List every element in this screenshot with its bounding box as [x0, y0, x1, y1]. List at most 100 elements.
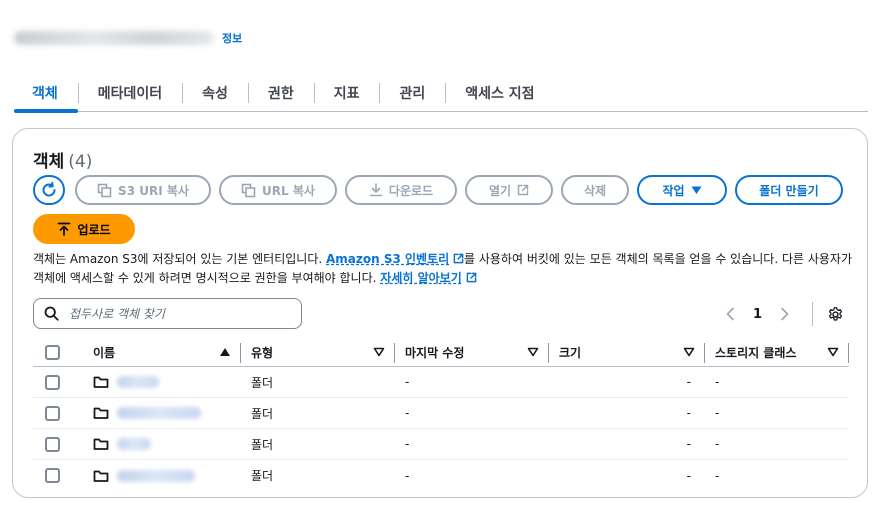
learn-more-text: 자세히 알아보기	[380, 271, 462, 285]
external-link-icon	[453, 253, 464, 264]
column-name-label: 이름	[93, 346, 116, 360]
column-header-storage-class[interactable]: 스토리지 클래스	[705, 339, 849, 366]
column-last-modified-label: 마지막 수정	[405, 346, 465, 360]
row-checkbox[interactable]	[45, 405, 60, 421]
folder-icon	[93, 438, 109, 450]
row-checkbox[interactable]	[45, 468, 60, 483]
refresh-icon	[42, 181, 56, 197]
folder-icon	[93, 407, 109, 419]
sort-caret-down-icon	[373, 347, 385, 357]
tab-permissions[interactable]: 권한	[247, 74, 314, 111]
open-label: 열기	[488, 183, 512, 198]
size-cell: -	[686, 437, 691, 451]
chevron-right-icon[interactable]	[780, 307, 790, 321]
chevron-left-icon[interactable]	[725, 307, 735, 321]
objects-description: 객체는 Amazon S3에 저장되어 있는 기본 엔터티입니다. Amazon…	[33, 250, 853, 288]
folder-name-redacted[interactable]	[117, 469, 195, 482]
download-button[interactable]: 다운로드	[345, 175, 457, 205]
tab-properties[interactable]: 속성	[182, 74, 248, 111]
table-row[interactable]: 폴더 - - -	[33, 398, 849, 429]
sort-caret-down-icon	[683, 347, 695, 357]
sort-caret-down-icon	[827, 347, 839, 357]
row-select	[33, 367, 81, 397]
search-box[interactable]	[33, 298, 302, 329]
storage-class-cell: -	[715, 468, 720, 483]
select-all-checkbox[interactable]	[45, 345, 60, 360]
header-select-all	[33, 339, 81, 366]
table-row[interactable]: 폴더 - - -	[33, 460, 849, 491]
column-type-label: 유형	[251, 346, 274, 360]
column-header-name[interactable]: 이름	[81, 339, 241, 366]
last-modified-cell: -	[405, 468, 410, 483]
open-button[interactable]: 열기	[465, 175, 553, 205]
row-select	[33, 429, 81, 459]
delete-label: 삭제	[583, 183, 607, 198]
folder-icon	[93, 376, 109, 388]
tab-objects[interactable]: 객체	[14, 74, 78, 113]
download-icon	[369, 183, 383, 197]
last-modified-cell: -	[405, 406, 410, 420]
gear-icon[interactable]	[827, 306, 844, 323]
external-link-icon	[517, 184, 529, 196]
pagination: 1	[725, 299, 844, 329]
folder-icon	[93, 470, 109, 482]
storage-class-cell: -	[715, 406, 720, 420]
upload-button[interactable]: 업로드	[33, 214, 135, 244]
copy-s3-uri-button[interactable]: S3 URI 복사	[75, 175, 211, 205]
pagination-divider	[812, 302, 814, 326]
column-size-label: 크기	[559, 346, 582, 360]
last-modified-cell: -	[405, 437, 410, 451]
upload-label: 업로드	[77, 222, 111, 237]
refresh-button[interactable]	[33, 175, 65, 205]
copy-url-label: URL 복사	[262, 183, 315, 198]
column-divider	[848, 343, 849, 363]
row-checkbox[interactable]	[45, 436, 60, 452]
table-header: 이름 유형 마지막 수정 크기 스토리지 클래스	[33, 339, 849, 367]
page-number[interactable]: 1	[753, 307, 762, 322]
search-icon	[44, 306, 59, 321]
table-row[interactable]: 폴더 - - -	[33, 367, 849, 398]
caret-down-icon	[691, 186, 702, 194]
objects-count: (4)	[68, 152, 93, 172]
column-header-last-modified[interactable]: 마지막 수정	[395, 339, 549, 366]
objects-title-text: 객체	[33, 152, 65, 172]
tab-metrics[interactable]: 지표	[313, 74, 380, 111]
table-row[interactable]: 폴더 - - -	[33, 429, 849, 460]
name-cell[interactable]	[81, 460, 241, 491]
sort-caret-down-icon	[527, 347, 539, 357]
inventory-link-text: Amazon S3 인벤토리	[326, 252, 450, 266]
size-cell: -	[686, 468, 691, 483]
copy-icon	[97, 183, 112, 197]
objects-table: 이름 유형 마지막 수정 크기 스토리지 클래스 폴더 - - - 폴더 - -…	[33, 339, 849, 491]
row-checkbox[interactable]	[45, 374, 60, 390]
folder-name-redacted[interactable]	[117, 407, 201, 419]
storage-class-cell: -	[715, 375, 720, 389]
column-header-size[interactable]: 크기	[549, 339, 705, 366]
type-cell: 폴더	[251, 375, 274, 390]
size-cell: -	[686, 375, 691, 389]
objects-panel: 객체 (4) S3 URI 복사 URL 복사 다운로드 열기 삭제 작업 폴더 …	[12, 128, 868, 498]
bucket-name-redacted	[14, 31, 214, 45]
copy-url-button[interactable]: URL 복사	[219, 175, 337, 205]
actions-button[interactable]: 작업	[637, 175, 727, 205]
copy-s3-uri-label: S3 URI 복사	[118, 183, 189, 198]
delete-button[interactable]: 삭제	[561, 175, 629, 205]
folder-name-redacted[interactable]	[117, 438, 151, 450]
name-cell[interactable]	[81, 429, 241, 459]
tab-management[interactable]: 관리	[379, 74, 445, 111]
download-label: 다운로드	[388, 183, 434, 198]
inventory-link[interactable]: Amazon S3 인벤토리	[326, 252, 449, 266]
create-folder-label: 폴더 만들기	[759, 183, 819, 198]
tab-metadata[interactable]: 메타데이터	[77, 74, 182, 111]
create-folder-button[interactable]: 폴더 만들기	[735, 175, 843, 205]
type-cell: 폴더	[251, 406, 274, 421]
info-link[interactable]: 정보	[222, 30, 242, 46]
search-input[interactable]	[67, 305, 277, 322]
tab-access-points[interactable]: 액세스 지점	[445, 74, 554, 111]
folder-name-redacted[interactable]	[117, 376, 159, 388]
learn-more-link[interactable]: 자세히 알아보기	[380, 271, 461, 285]
name-cell[interactable]	[81, 367, 241, 397]
bucket-header: 정보	[14, 26, 242, 50]
name-cell[interactable]	[81, 398, 241, 428]
column-header-type[interactable]: 유형	[241, 339, 395, 366]
